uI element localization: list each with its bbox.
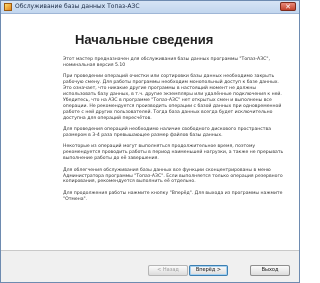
- back-button[interactable]: < Назад: [148, 265, 188, 276]
- paragraph-admin-menu: Для облегчения обслуживания базы данных …: [63, 167, 283, 185]
- info-text: Этот мастер предназначен для обслуживани…: [63, 57, 289, 208]
- title-bar[interactable]: Обслуживание базы данных Топаз-АЗС ✕: [1, 1, 299, 14]
- paragraph-exclusive-access: При проведении операций очистки или сорт…: [63, 74, 282, 121]
- paragraph-disk-space: Для проведения операций необходимо налич…: [63, 127, 272, 138]
- exit-button[interactable]: Выход: [250, 265, 290, 276]
- app-icon: [4, 3, 12, 11]
- paragraph-duration: Некоторые из операций могут выполняться …: [63, 144, 284, 162]
- window-title: Обслуживание базы данных Топаз-АЗС: [15, 3, 140, 10]
- footer-separator: [1, 250, 299, 251]
- page-heading: Начальные сведения: [75, 32, 214, 47]
- wizard-content: Начальные сведения Этот мастер предназна…: [1, 14, 299, 250]
- paragraph-intro: Этот мастер предназначен для обслуживани…: [63, 57, 270, 68]
- next-button[interactable]: Вперёд >: [189, 265, 228, 276]
- close-button[interactable]: ✕: [280, 2, 296, 11]
- wizard-window: Обслуживание базы данных Топаз-АЗС ✕ Нач…: [0, 0, 300, 283]
- paragraph-continue: Для продолжения работы нажмите кнопку "В…: [63, 190, 283, 202]
